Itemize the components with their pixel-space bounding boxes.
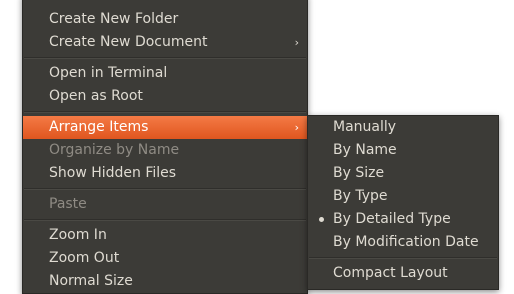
menu-item-show-hidden-files[interactable]: Show Hidden Files [23, 162, 307, 185]
menu-item-organize-by-name[interactable]: Organize by Name [23, 139, 307, 162]
menu-item-create-new-document[interactable]: Create New Document › [23, 31, 307, 54]
submenu-item-by-name[interactable]: By Name [308, 139, 498, 162]
menu-item-label: By Detailed Type [333, 211, 451, 227]
menu-item-paste[interactable]: Paste [23, 193, 307, 216]
menu-item-label: Paste [49, 196, 87, 212]
menu-item-label: Compact Layout [333, 265, 448, 281]
menu-item-label: Create New Document [49, 34, 208, 50]
menu-item-label: Open as Root [49, 88, 143, 104]
menu-item-label: Show Hidden Files [49, 165, 177, 181]
submenu-item-by-detailed-type[interactable]: By Detailed Type [308, 208, 498, 231]
menu-item-open-as-root[interactable]: Open as Root [23, 85, 307, 108]
menu-separator [24, 188, 306, 190]
menu-item-label: By Type [333, 188, 388, 204]
submenu-item-by-size[interactable]: By Size [308, 162, 498, 185]
menu-separator [24, 219, 306, 221]
menu-item-open-in-terminal[interactable]: Open in Terminal [23, 62, 307, 85]
menu-item-label: Organize by Name [49, 142, 180, 158]
menu-separator [24, 57, 306, 59]
menu-separator [309, 257, 497, 259]
submenu-arrow-icon: › [294, 36, 299, 49]
desktop-context-menu: Create New Folder Create New Document › … [22, 0, 308, 294]
menu-item-label: By Modification Date [333, 234, 479, 250]
submenu-item-by-type[interactable]: By Type [308, 185, 498, 208]
submenu-item-by-modification-date[interactable]: By Modification Date [308, 231, 498, 254]
menu-item-create-new-folder[interactable]: Create New Folder [23, 8, 307, 31]
submenu-arrow-icon: › [294, 121, 299, 134]
menu-item-label: Normal Size [49, 273, 133, 289]
menu-item-label: By Size [333, 165, 385, 181]
menu-item-arrange-items[interactable]: Arrange Items › [23, 116, 307, 139]
radio-selected-icon [319, 217, 324, 222]
menu-item-zoom-out[interactable]: Zoom Out [23, 247, 307, 270]
menu-item-label: Zoom Out [49, 250, 120, 266]
menu-item-label: Manually [333, 119, 397, 135]
menu-item-label: Create New Folder [49, 11, 179, 27]
arrange-items-submenu: Manually By Name By Size By Type By Deta… [307, 115, 499, 290]
submenu-item-compact-layout[interactable]: Compact Layout [308, 262, 498, 285]
menu-separator [24, 111, 306, 113]
menu-item-normal-size[interactable]: Normal Size [23, 270, 307, 293]
menu-item-label: Zoom In [49, 227, 107, 243]
menu-item-label: By Name [333, 142, 397, 158]
menu-item-label: Arrange Items [49, 119, 149, 135]
menu-item-zoom-in[interactable]: Zoom In [23, 224, 307, 247]
menu-item-label: Open in Terminal [49, 65, 168, 81]
submenu-item-manually[interactable]: Manually [308, 116, 498, 139]
